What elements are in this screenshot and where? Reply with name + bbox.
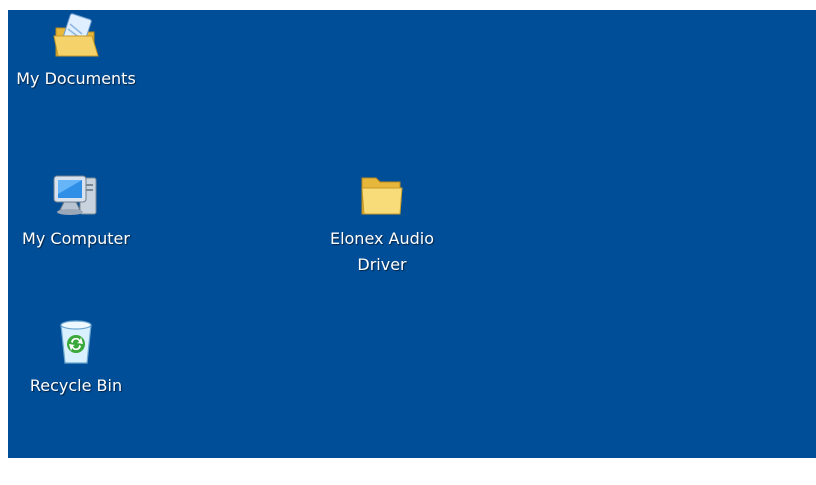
- my-documents-folder-icon: [53, 13, 99, 57]
- folder-icon: [361, 177, 403, 215]
- my-computer-icon: [53, 175, 97, 215]
- icon-label-elonex-audio-driver: Elonex Audio Driver: [329, 229, 435, 274]
- desktop-icon-my-documents[interactable]: My Documents: [8, 10, 151, 92]
- icon-label-my-computer: My Computer: [22, 229, 130, 248]
- icon-label-my-documents: My Documents: [16, 69, 136, 88]
- icon-label-recycle-bin: Recycle Bin: [29, 376, 123, 395]
- desktop[interactable]: My Documents My Computer Recycle Bin Elo…: [8, 10, 816, 458]
- recycle-bin-icon: [60, 320, 92, 364]
- desktop-icon-recycle-bin[interactable]: Recycle Bin: [8, 317, 151, 399]
- desktop-icon-my-computer[interactable]: My Computer: [8, 170, 151, 252]
- desktop-icon-elonex-audio-driver[interactable]: Elonex Audio Driver: [307, 170, 457, 278]
